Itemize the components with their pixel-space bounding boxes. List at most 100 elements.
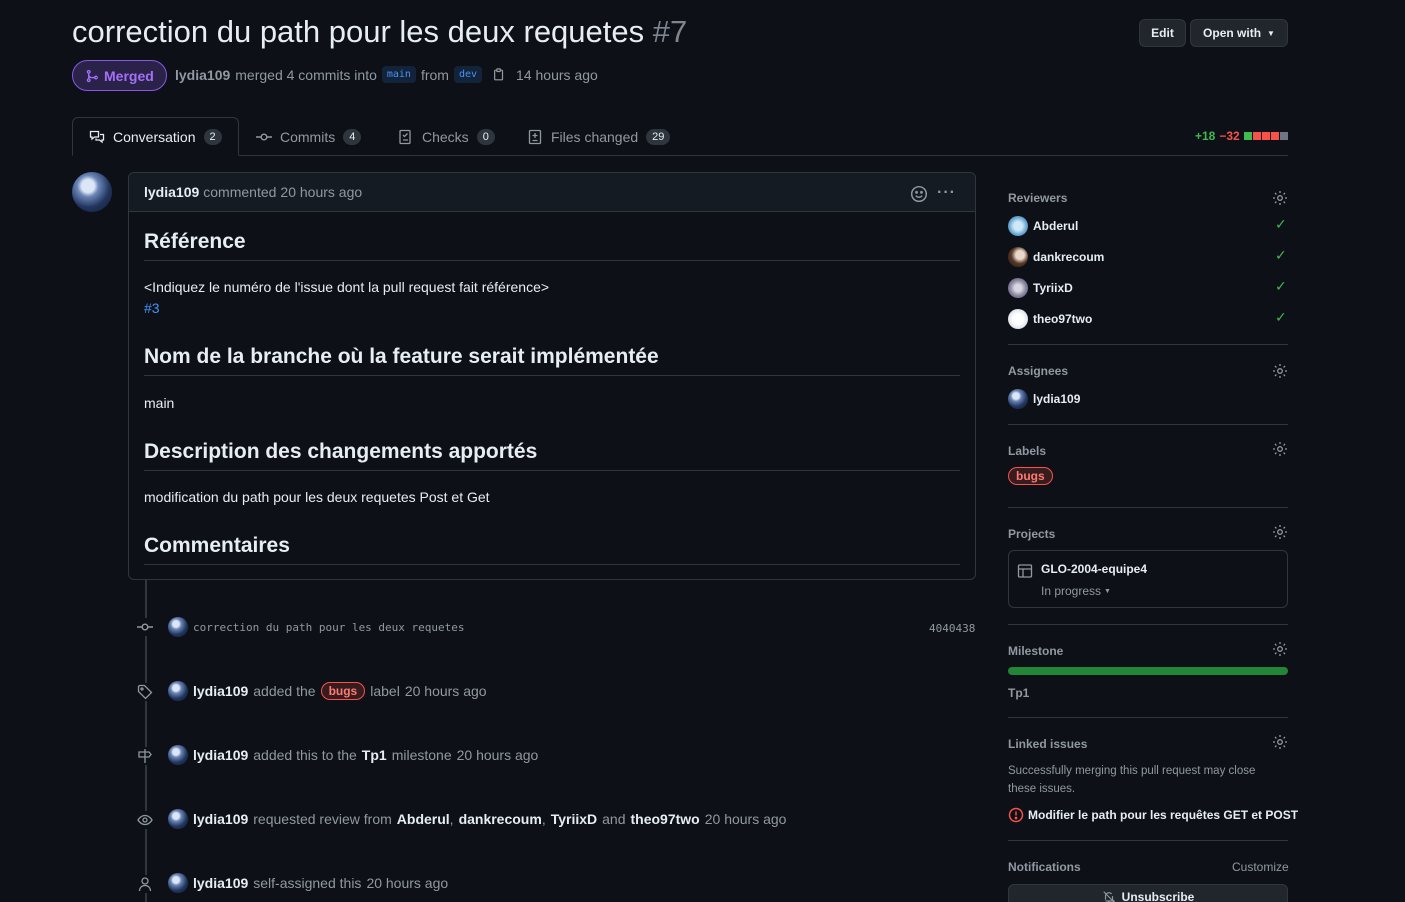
event-user[interactable]: lydia109: [193, 811, 248, 827]
assignee-item[interactable]: lydia109: [1008, 389, 1080, 409]
gear-icon[interactable]: [1272, 524, 1288, 540]
projects-title[interactable]: Projects: [1008, 527, 1055, 541]
gear-icon[interactable]: [1272, 641, 1288, 657]
milestone-progress-bar: [1008, 667, 1288, 675]
avatar[interactable]: [168, 681, 188, 701]
timeline-event-milestone: lydia109 added this to the Tp1 milestone…: [168, 745, 538, 765]
tab-commits[interactable]: Commits 4: [240, 117, 377, 156]
gear-icon[interactable]: [1272, 734, 1288, 750]
milestone-title[interactable]: Milestone: [1008, 644, 1063, 658]
gear-icon[interactable]: [1272, 363, 1288, 379]
reviewer-item[interactable]: TyriixD: [1008, 278, 1073, 298]
check-icon: ✓: [1275, 278, 1287, 294]
kebab-horizontal-icon[interactable]: ···: [937, 184, 956, 202]
branch-text: main: [144, 395, 175, 411]
event-time[interactable]: 20 hours ago: [366, 875, 448, 891]
tab-counter: 29: [646, 128, 671, 145]
project-name[interactable]: GLO-2004-equipe4: [1041, 562, 1147, 576]
unsubscribe-label: Unsubscribe: [1121, 890, 1195, 902]
commit-sha[interactable]: 4040438: [929, 622, 975, 635]
milestone-link[interactable]: Tp1: [362, 747, 387, 763]
gear-icon[interactable]: [1272, 190, 1288, 206]
check-icon: ✓: [1275, 247, 1287, 263]
pr-title: correction du path pour les deux requete…: [72, 14, 687, 50]
unsubscribe-button[interactable]: Unsubscribe: [1008, 884, 1288, 902]
sidebar-divider: [1008, 344, 1288, 345]
heading-comments: Commentaires: [144, 534, 960, 565]
sidebar-divider: [1008, 717, 1288, 718]
additions-count: +18: [1195, 129, 1216, 143]
smiley-icon[interactable]: [910, 185, 928, 203]
commit-message[interactable]: correction du path pour les deux requete…: [193, 621, 465, 634]
linked-issue-item[interactable]: Modifier le path pour les requêtes GET e…: [1008, 807, 1298, 823]
head-branch[interactable]: dev: [453, 66, 483, 83]
avatar[interactable]: [168, 873, 188, 893]
event-time[interactable]: 20 hours ago: [457, 747, 539, 763]
reviewer-link[interactable]: theo97two: [631, 811, 700, 827]
tab-files-changed[interactable]: Files changed 29: [511, 117, 686, 156]
milestone-name[interactable]: Tp1: [1008, 686, 1029, 700]
linked-issues-description: Successfully merging this pull request m…: [1008, 765, 1256, 795]
sidebar-divider: [1008, 424, 1288, 425]
copy-icon[interactable]: [492, 67, 506, 82]
event-time[interactable]: 20 hours ago: [705, 811, 787, 827]
description-text: modification du path pour les deux reque…: [144, 489, 490, 505]
reviewer-item[interactable]: dankrecoum: [1008, 247, 1104, 267]
deletions-count: −32: [1219, 129, 1240, 143]
reviewer-link[interactable]: dankrecoum: [459, 811, 542, 827]
reviewer-item[interactable]: Abderul: [1008, 216, 1078, 236]
issue-link[interactable]: #3: [144, 300, 160, 316]
label-bugs[interactable]: bugs: [320, 682, 366, 700]
project-status-dropdown[interactable]: In progress ▼: [1041, 584, 1111, 598]
git-merge-icon: [86, 69, 98, 82]
edit-button[interactable]: Edit: [1139, 19, 1186, 47]
pr-meta: lydia109 merged 4 commits into main from…: [175, 66, 598, 83]
event-text: self-assigned this: [253, 875, 362, 891]
bell-slash-icon: [1103, 891, 1115, 902]
avatar[interactable]: [168, 745, 188, 765]
timeline-event-label: lydia109 added the bugs label 20 hours a…: [168, 681, 487, 701]
event-time[interactable]: 20 hours ago: [405, 683, 487, 699]
event-text: requested review from: [253, 811, 392, 827]
author-avatar[interactable]: [72, 172, 112, 212]
milestone-icon: [136, 747, 154, 765]
labels-title[interactable]: Labels: [1008, 444, 1046, 458]
event-text: added the: [253, 683, 316, 699]
check-icon: ✓: [1275, 216, 1287, 232]
comment-discussion-icon: [89, 130, 105, 143]
gear-icon[interactable]: [1272, 441, 1288, 457]
avatar: [1008, 278, 1028, 298]
reviewer-item[interactable]: theo97two: [1008, 309, 1092, 329]
base-branch[interactable]: main: [381, 66, 416, 83]
git-commit-icon: [256, 132, 272, 140]
comment-author[interactable]: lydia109: [144, 184, 199, 200]
table-icon: [1017, 564, 1033, 578]
avatar[interactable]: [168, 617, 188, 637]
event-user[interactable]: lydia109: [193, 875, 248, 891]
sidebar-divider: [1008, 840, 1288, 841]
diffstat: +18 −32: [1195, 129, 1288, 143]
pr-author-link[interactable]: lydia109: [175, 67, 230, 83]
reviewers-title[interactable]: Reviewers: [1008, 191, 1067, 205]
tab-label: Commits: [280, 128, 336, 145]
project-card[interactable]: [1008, 550, 1288, 608]
open-with-button[interactable]: Open with ▼: [1190, 19, 1288, 47]
check-icon: ✓: [1275, 309, 1287, 325]
tab-checks[interactable]: Checks 0: [382, 117, 511, 156]
comment-time[interactable]: 20 hours ago: [280, 184, 362, 200]
reviewer-link[interactable]: TyriixD: [551, 811, 597, 827]
timeline-event-review: lydia109 requested review from Abderul, …: [168, 809, 786, 829]
tab-conversation[interactable]: Conversation 2: [72, 117, 239, 156]
sidebar-divider: [1008, 624, 1288, 625]
reviewer-link[interactable]: Abderul: [397, 811, 450, 827]
avatar[interactable]: [168, 809, 188, 829]
pr-number: #7: [652, 14, 688, 49]
event-user[interactable]: lydia109: [193, 683, 248, 699]
eye-icon: [136, 811, 154, 829]
assignees-title[interactable]: Assignees: [1008, 364, 1068, 378]
customize-link[interactable]: Customize: [1232, 860, 1289, 874]
event-user[interactable]: lydia109: [193, 747, 248, 763]
label-bugs[interactable]: bugs: [1008, 467, 1053, 485]
reviewer-name: Abderul: [1033, 219, 1079, 233]
tab-counter: 0: [476, 128, 495, 145]
